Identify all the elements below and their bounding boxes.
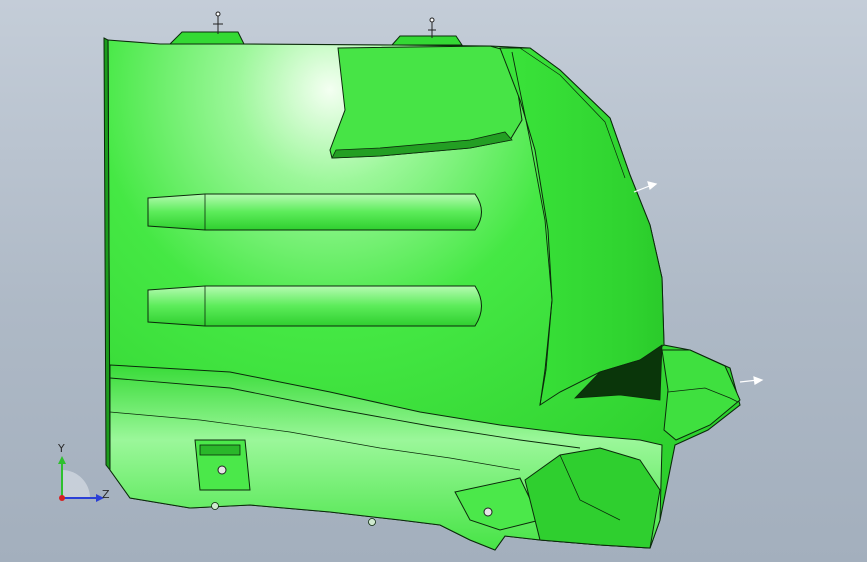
top-tab-left (168, 31, 245, 45)
hole-2 (368, 518, 376, 526)
coordinate-triad: Y Z (40, 440, 120, 520)
triad-graphic (58, 456, 104, 502)
screw-left (217, 465, 227, 475)
graphics-viewport[interactable]: Y Z (0, 0, 867, 562)
screw-right (483, 507, 493, 517)
z-axis-label: Z (102, 488, 110, 501)
right-spout (661, 349, 741, 441)
hole-1 (211, 502, 219, 510)
cad-part-model[interactable] (0, 0, 867, 562)
rib-slot-upper (147, 193, 482, 231)
rib-slot-lower (147, 285, 482, 327)
bracket-left-slot (199, 444, 241, 456)
top-pins (213, 11, 436, 38)
top-tab-right (390, 35, 463, 46)
y-axis-label: Y (58, 442, 65, 455)
x-axis-dot (59, 495, 65, 501)
